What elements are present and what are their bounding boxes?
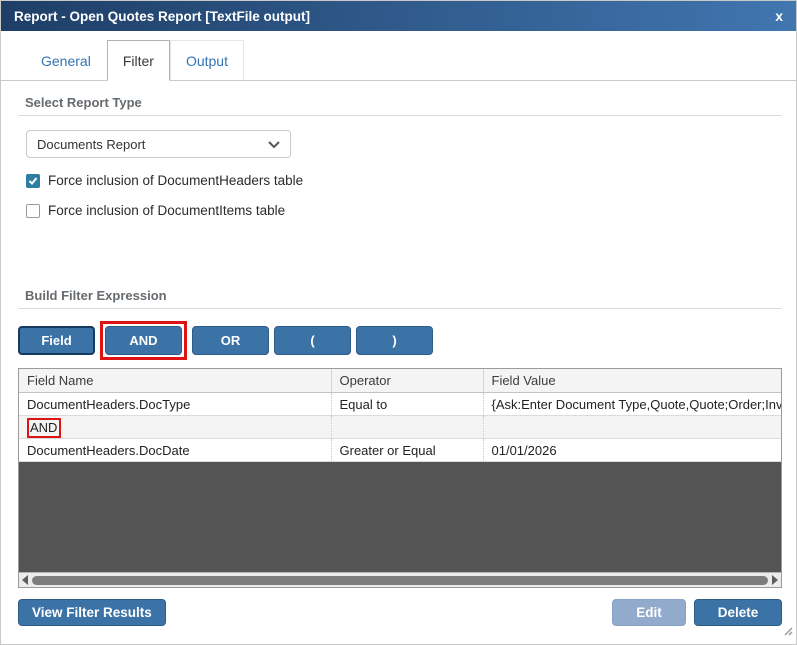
edit-button[interactable]: Edit [612, 599, 686, 626]
scroll-right-arrow-icon[interactable] [772, 575, 778, 585]
dialog-content: Select Report Type Documents Report Forc… [1, 81, 796, 645]
build-filter-expression-heading: Build Filter Expression [25, 288, 782, 303]
view-filter-results-button[interactable]: View Filter Results [18, 599, 166, 626]
checkbox-row-documentitems[interactable]: Force inclusion of DocumentItems table [26, 203, 782, 218]
delete-button[interactable]: Delete [694, 599, 782, 626]
table-row[interactable]: DocumentHeaders.DocDate Greater or Equal… [19, 439, 781, 462]
dialog-titlebar: Report - Open Quotes Report [TextFile ou… [1, 1, 796, 31]
cell-field-name[interactable]: DocumentHeaders.DocDate [19, 439, 331, 462]
check-icon [28, 176, 38, 186]
and-operator-text: AND [30, 420, 57, 435]
checkbox-documentitems-unchecked[interactable] [26, 204, 40, 218]
table-header-row: Field Name Operator Field Value [19, 369, 781, 393]
close-icon[interactable]: x [775, 9, 783, 23]
table-empty-area [19, 462, 781, 572]
filter-expression-toolbar: Field AND OR ( ) [18, 321, 782, 360]
tab-general[interactable]: General [25, 40, 107, 80]
tab-output[interactable]: Output [170, 40, 244, 80]
table-row[interactable]: AND [19, 416, 781, 439]
cell-field-value[interactable] [483, 416, 781, 439]
table-row[interactable]: DocumentHeaders.DocType Equal to {Ask:En… [19, 393, 781, 416]
select-report-type-heading: Select Report Type [25, 95, 782, 110]
cell-field-name[interactable]: AND [19, 416, 331, 439]
close-paren-button[interactable]: ) [356, 326, 433, 355]
column-header-field-name: Field Name [19, 369, 331, 393]
tab-filter[interactable]: Filter [107, 40, 170, 81]
cell-field-value[interactable]: 01/01/2026 [483, 439, 781, 462]
vertical-spacer [18, 218, 782, 278]
red-annotation-box-and-button: AND [100, 321, 187, 360]
column-header-field-value: Field Value [483, 369, 781, 393]
cell-field-name[interactable]: DocumentHeaders.DocType [19, 393, 331, 416]
report-dialog: Report - Open Quotes Report [TextFile ou… [0, 0, 797, 645]
open-paren-button[interactable]: ( [274, 326, 351, 355]
and-button[interactable]: AND [105, 326, 182, 355]
column-header-operator: Operator [331, 369, 483, 393]
checkbox-documentheaders-checked[interactable] [26, 174, 40, 188]
resize-grip-icon[interactable] [782, 623, 793, 641]
cell-operator[interactable]: Greater or Equal [331, 439, 483, 462]
checkbox-row-documentheaders[interactable]: Force inclusion of DocumentHeaders table [26, 173, 782, 188]
field-button[interactable]: Field [18, 326, 95, 355]
tab-strip: General Filter Output [1, 40, 796, 81]
scrollbar-thumb[interactable] [32, 576, 768, 585]
cell-operator[interactable]: Equal to [331, 393, 483, 416]
section-divider [18, 308, 782, 309]
cell-operator[interactable] [331, 416, 483, 439]
filter-expression-table: Field Name Operator Field Value Document… [18, 368, 782, 588]
scroll-left-arrow-icon[interactable] [22, 575, 28, 585]
checkbox-documentitems-label: Force inclusion of DocumentItems table [48, 203, 285, 218]
cell-field-value[interactable]: {Ask:Enter Document Type,Quote,Quote;Ord… [483, 393, 781, 416]
or-button[interactable]: OR [192, 326, 269, 355]
report-type-select[interactable]: Documents Report [26, 130, 291, 158]
horizontal-scrollbar[interactable] [19, 572, 781, 587]
filter-table-actions: View Filter Results Edit Delete [18, 599, 782, 626]
dialog-title: Report - Open Quotes Report [TextFile ou… [14, 9, 310, 24]
chevron-down-icon [268, 137, 280, 152]
report-type-selected-value: Documents Report [37, 137, 145, 152]
checkbox-documentheaders-label: Force inclusion of DocumentHeaders table [48, 173, 303, 188]
red-annotation-box-and-row: AND [27, 418, 61, 438]
section-divider [18, 115, 782, 116]
